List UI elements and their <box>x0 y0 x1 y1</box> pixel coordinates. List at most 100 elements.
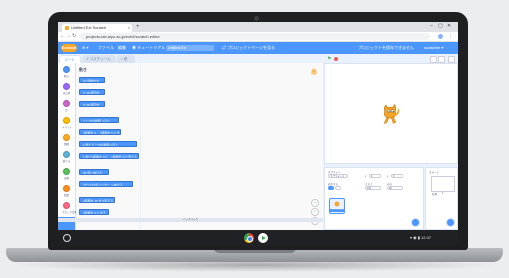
stage-canvas[interactable] <box>324 63 458 164</box>
category-dot <box>63 134 70 141</box>
tab-costumes[interactable]: ✐ コスチューム <box>82 55 116 63</box>
hide-toggle[interactable] <box>335 186 341 190</box>
stage-thumbnail[interactable] <box>431 176 455 192</box>
play-store-icon[interactable] <box>258 233 268 243</box>
browser-menu-icon[interactable]: ⋮ <box>448 33 453 39</box>
forward-icon[interactable]: → <box>66 33 71 40</box>
category-label: 演算 <box>63 176 69 180</box>
sprite-thumbnail-label: スプライト1 <box>330 209 344 212</box>
category-label: 音 <box>65 108 68 112</box>
block-change-x[interactable]: x座標を 10 ずつ変える <box>79 197 115 203</box>
tab-code[interactable]: コード <box>59 55 81 63</box>
fullscreen-icon[interactable] <box>448 56 455 63</box>
new-tab-button[interactable]: + <box>136 22 140 32</box>
project-title-input[interactable]: Untitled-Ext <box>166 45 214 51</box>
language-menu[interactable]: ⊕ ▾ <box>82 42 88 54</box>
category-events[interactable]: イベント <box>62 117 73 129</box>
screen: Untitled Ext Scratch × + – ▢ ✕ ← → ↻ pro… <box>58 22 458 246</box>
block-set-x[interactable]: x座標を 0 にする <box>79 209 109 215</box>
sprite-thumbnail[interactable]: スプライト1 <box>329 198 345 214</box>
category-operators[interactable]: 演算 <box>62 168 71 180</box>
category-label: 調べる <box>62 159 71 163</box>
browser-tabstrip: Untitled Ext Scratch × + – ▢ ✕ <box>58 22 458 32</box>
category-dot <box>63 202 70 209</box>
green-flag-icon[interactable]: ⚑ <box>327 56 331 62</box>
chrome-app-icon[interactable] <box>244 233 254 243</box>
backdrops-count: 1 <box>442 192 444 195</box>
chromeos-shelf: ▾ ◉ ▮ 12:47 <box>58 230 458 246</box>
x-input[interactable]: 0 <box>369 174 381 178</box>
see-project-page-button[interactable]: ⇄ プロジェクトページを見る <box>222 42 275 54</box>
tutorials-menu[interactable]: ◉ チュートリアル <box>132 42 165 54</box>
block-goto-xy[interactable]: x座標を 0 、y座標を 0 にする <box>79 129 121 135</box>
cat-thumb-icon <box>334 201 340 207</box>
script-workspace[interactable]: + − = <box>141 63 323 230</box>
scratch-cat-sprite[interactable] <box>377 100 403 126</box>
maximize-icon[interactable]: ▢ <box>438 23 443 29</box>
account-menu[interactable]: scratcher ▾ <box>424 42 444 54</box>
stage-selector[interactable]: ステージ 背景 1 <box>425 167 458 230</box>
scratch-logo[interactable]: Scratch <box>61 44 77 52</box>
block-goto[interactable]: どこかの場所 へ行く <box>79 117 119 123</box>
category-sound[interactable]: 音 <box>62 100 71 112</box>
category-dot <box>63 83 70 90</box>
block-move-steps[interactable]: 10 歩動かす <box>79 77 105 83</box>
category-label: 動き <box>63 74 69 78</box>
category-sensing[interactable]: 調べる <box>62 151 71 163</box>
category-label: イベント <box>62 125 73 129</box>
stage-header: ⚑ <box>324 54 458 63</box>
category-label: 制御 <box>63 142 69 146</box>
laptop-bezel: Untitled Ext Scratch × + – ▢ ✕ ← → ↻ pro… <box>48 12 468 250</box>
reload-icon[interactable]: ↻ <box>72 33 76 40</box>
file-menu[interactable]: ファイル <box>98 42 114 54</box>
category-dot <box>63 168 70 175</box>
address-bar[interactable]: projects-lab.aiyu.ac.jp/ext/#/scratch-ed… <box>80 33 430 40</box>
zoom-out-icon[interactable]: − <box>311 208 319 216</box>
category-dot <box>63 117 70 124</box>
direction-input[interactable]: 90 <box>387 186 403 190</box>
choose-sprite-button[interactable] <box>411 218 420 227</box>
back-icon[interactable]: ← <box>60 33 65 40</box>
status-tray[interactable]: ▾ ◉ ▮ 12:47 <box>410 234 431 242</box>
sprite-preview-icon <box>309 67 319 79</box>
category-motion[interactable]: 動き <box>62 66 71 78</box>
category-dot <box>63 66 70 73</box>
save-status: プロジェクトを保存できません <box>358 45 414 50</box>
category-label: ブロック定義 <box>62 210 78 214</box>
scratch-editor: コード ✐ コスチューム ♪ 音 動き 見た目 音 イベント 制御 調べる 演算… <box>58 54 458 230</box>
block-point-towards[interactable]: マウスのポインター へ向ける <box>79 181 133 187</box>
x-label: x <box>365 175 367 178</box>
choose-backdrop-button[interactable] <box>446 218 455 227</box>
block-point-direction[interactable]: 90 度に向ける <box>79 169 109 175</box>
category-variables[interactable]: 変数 <box>62 185 71 197</box>
category-my-blocks[interactable]: ブロック定義 <box>62 202 78 214</box>
sprite-name-input[interactable]: スプライト1 <box>328 174 348 178</box>
stage-label: ステージ <box>429 171 439 174</box>
stop-icon[interactable] <box>334 56 338 61</box>
minimize-icon[interactable]: – <box>430 23 433 29</box>
backdrops-label: 背景 <box>432 193 438 196</box>
backpack-bar[interactable]: バックパック <box>58 218 323 222</box>
block-palette: 動き 10 歩動かす ↻ 15 度回す ↺ 15 度回す どこかの場所 へ行く … <box>76 63 140 230</box>
block-glide-xy[interactable]: 1 秒でx座標を 0 に、y座標を 0 に変える <box>79 153 139 159</box>
edit-menu[interactable]: 編集 <box>118 42 126 54</box>
zoom-in-icon[interactable]: + <box>311 199 319 207</box>
tab-sounds[interactable]: ♪ 音 <box>117 55 135 63</box>
category-label: 見た目 <box>62 91 71 95</box>
block-glide-to[interactable]: 1 秒でどこかの場所へ行く <box>79 141 137 147</box>
large-stage-icon[interactable] <box>438 56 445 63</box>
block-turn-right[interactable]: ↻ 15 度回す <box>79 89 105 95</box>
browser-tab[interactable]: Untitled Ext Scratch × <box>62 24 132 32</box>
close-window-icon[interactable]: ✕ <box>447 23 451 29</box>
size-input[interactable]: 100 <box>365 186 381 190</box>
category-looks[interactable]: 見た目 <box>62 83 71 95</box>
editor-tabs: コード ✐ コスチューム ♪ 音 <box>58 54 323 63</box>
show-visible-toggle[interactable] <box>328 186 334 190</box>
small-stage-icon[interactable] <box>430 56 437 63</box>
block-turn-left[interactable]: ↺ 15 度回す <box>79 101 105 107</box>
profile-avatar[interactable] <box>438 34 443 39</box>
category-control[interactable]: 制御 <box>62 134 71 146</box>
y-input[interactable]: 0 <box>391 174 403 178</box>
tab-close-icon[interactable]: × <box>128 24 130 32</box>
launcher-icon[interactable] <box>63 234 71 242</box>
